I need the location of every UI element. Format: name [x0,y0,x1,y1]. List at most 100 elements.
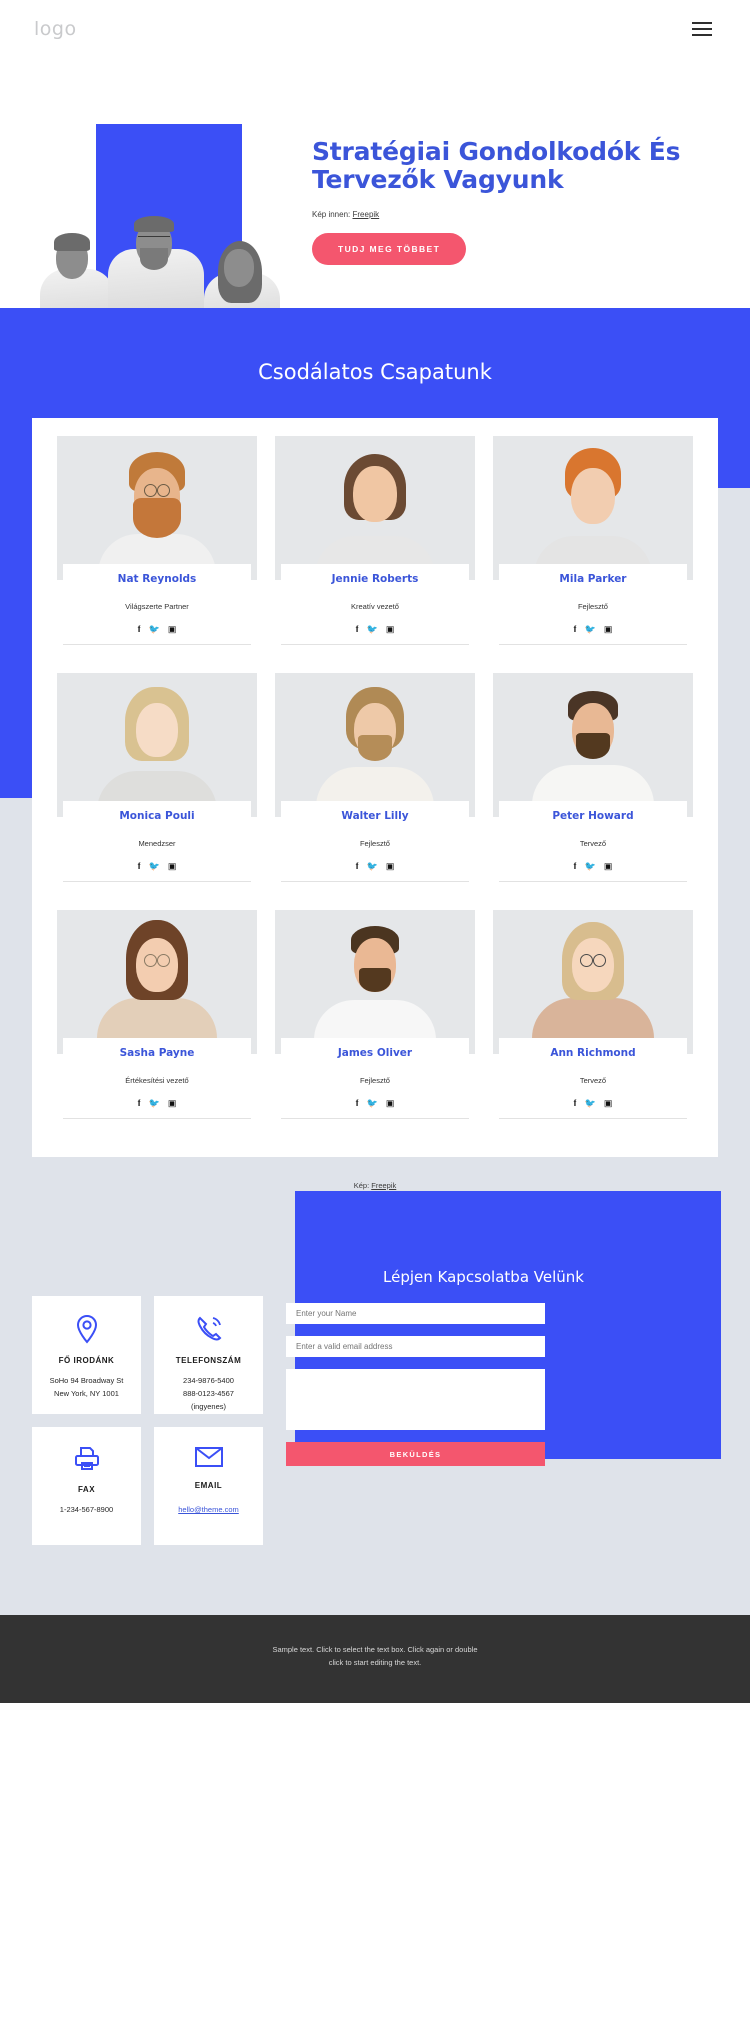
instagram-icon[interactable]: ▣ [386,1099,395,1108]
team-member-card[interactable]: Sasha Payne Értékesítési vezető 𝐟 🐦 ▣ [48,910,266,1147]
member-name-bar: James Oliver [280,1038,469,1067]
member-social-links: 𝐟 🐦 ▣ [493,1085,693,1118]
instagram-icon[interactable]: ▣ [168,1099,177,1108]
submit-button[interactable]: BEKÜLDÉS [286,1442,545,1466]
member-social-links: 𝐟 🐦 ▣ [57,611,257,644]
facebook-icon[interactable]: 𝐟 [574,862,577,871]
facebook-icon[interactable]: 𝐟 [356,862,359,871]
contact-card-line: New York, NY 1001 [54,1389,119,1398]
member-divider [63,881,251,882]
facebook-icon[interactable]: 𝐟 [356,625,359,634]
instagram-icon[interactable]: ▣ [386,862,395,871]
member-name: Ann Richmond [550,1047,636,1059]
contact-card-title: TELEFONSZÁM [175,1356,242,1365]
team-credit-link[interactable]: Freepik [371,1181,396,1190]
team-member-card[interactable]: Monica Pouli Menedzser 𝐟 🐦 ▣ [48,673,266,910]
member-divider [498,644,687,645]
logo[interactable]: logo [34,18,77,40]
facebook-icon[interactable]: 𝐟 [138,625,141,634]
member-role: Értékesítési vezető [125,1076,189,1085]
email-link[interactable]: hello@theme.com [178,1505,239,1514]
member-name: Nat Reynolds [117,573,197,585]
hamburger-icon[interactable] [692,22,712,36]
twitter-icon[interactable]: 🐦 [149,862,160,871]
message-textarea[interactable] [286,1369,545,1430]
twitter-icon[interactable]: 🐦 [367,1099,378,1108]
member-photo [274,436,475,580]
team-member-card[interactable]: James Oliver Fejlesztő 𝐟 🐦 ▣ [266,910,484,1147]
facebook-icon[interactable]: 𝐟 [138,1099,141,1108]
member-name-bar: Nat Reynolds [63,564,251,593]
member-social-links: 𝐟 🐦 ▣ [57,1085,257,1118]
contact-card-title: EMAIL [194,1481,223,1490]
instagram-icon[interactable]: ▣ [604,625,613,634]
hero-section: Stratégiai Gondolkodók És Tervezők Vagyu… [0,58,750,308]
member-name-bar: Sasha Payne [63,1038,251,1067]
hamburger-bar [692,28,712,30]
team-credit-prefix: Kép: [353,1181,370,1190]
member-social-links: 𝐟 🐦 ▣ [57,848,257,881]
member-role: Menedzser [138,839,176,848]
member-role: Világszerte Partner [125,602,189,611]
member-name: Sasha Payne [119,1047,195,1059]
contact-card-line: SoHo 94 Broadway St [49,1376,124,1385]
team-member-card[interactable]: Walter Lilly Fejlesztő 𝐟 🐦 ▣ [266,673,484,910]
instagram-icon[interactable]: ▣ [604,1099,613,1108]
instagram-icon[interactable]: ▣ [168,625,177,634]
member-divider [280,1118,469,1119]
instagram-icon[interactable]: ▣ [168,862,177,871]
hero-content: Stratégiai Gondolkodók És Tervezők Vagyu… [312,138,712,265]
footer-text-line-2: click to start editing the text. [328,1658,422,1667]
contact-card-line: (ingyenes) [190,1402,226,1411]
member-social-links: 𝐟 🐦 ▣ [275,848,475,881]
twitter-icon[interactable]: 🐦 [149,1099,160,1108]
instagram-icon[interactable]: ▣ [386,625,395,634]
footer-text-line-1: Sample text. Click to select the text bo… [272,1645,478,1654]
member-divider [498,881,687,882]
hero-team-photo [22,186,290,308]
member-photo [274,673,475,817]
member-photo [57,910,257,1054]
twitter-icon[interactable]: 🐦 [585,625,596,634]
instagram-icon[interactable]: ▣ [604,862,613,871]
hero-credit-link[interactable]: Freepik [353,210,380,219]
hero-title: Stratégiai Gondolkodók És Tervezők Vagyu… [312,137,681,194]
team-member-card[interactable]: Mila Parker Fejlesztő 𝐟 🐦 ▣ [484,436,702,673]
team-member-card[interactable]: Nat Reynolds Világszerte Partner 𝐟 🐦 ▣ [48,436,266,673]
site-footer: Sample text. Click to select the text bo… [0,1615,750,1703]
contact-card-main-office: FŐ IRODÁNK SoHo 94 Broadway St New York,… [32,1296,141,1414]
twitter-icon[interactable]: 🐦 [367,625,378,634]
team-member-card[interactable]: Peter Howard Tervező 𝐟 🐦 ▣ [484,673,702,910]
member-photo [57,436,257,580]
facebook-icon[interactable]: 𝐟 [138,862,141,871]
contact-card-email: EMAIL hello@theme.com [154,1427,263,1545]
twitter-icon[interactable]: 🐦 [367,862,378,871]
member-photo [492,673,693,817]
team-section: Csodálatos Csapatunk Nat Reynolds Világs… [0,308,750,1190]
hamburger-bar [692,34,712,36]
team-grid: Nat Reynolds Világszerte Partner 𝐟 🐦 ▣ J… [48,436,702,1147]
envelope-icon [194,1447,223,1467]
member-photo [492,436,693,580]
hero-credit-prefix: Kép innen: [312,210,351,219]
twitter-icon[interactable]: 🐦 [149,625,160,634]
facebook-icon[interactable]: 𝐟 [574,625,577,634]
team-card-container: Nat Reynolds Világszerte Partner 𝐟 🐦 ▣ J… [32,418,718,1157]
team-member-card[interactable]: Jennie Roberts Kreatív vezető 𝐟 🐦 ▣ [266,436,484,673]
member-divider [498,1118,687,1119]
twitter-icon[interactable]: 🐦 [585,862,596,871]
name-input[interactable] [286,1303,545,1324]
member-name: Monica Pouli [119,810,195,822]
member-name: Walter Lilly [341,810,409,822]
member-role: Tervező [579,1076,607,1085]
learn-more-button[interactable]: TUDJ MEG TÖBBET [312,233,467,265]
facebook-icon[interactable]: 𝐟 [574,1099,577,1108]
email-input[interactable] [286,1336,545,1357]
hamburger-bar [692,22,712,24]
twitter-icon[interactable]: 🐦 [585,1099,596,1108]
contact-form-title: Lépjen Kapcsolatba Velünk [383,1268,584,1286]
member-divider [280,881,469,882]
team-member-card[interactable]: Ann Richmond Tervező 𝐟 🐦 ▣ [484,910,702,1147]
facebook-icon[interactable]: 𝐟 [356,1099,359,1108]
member-name-bar: Ann Richmond [498,1038,687,1067]
